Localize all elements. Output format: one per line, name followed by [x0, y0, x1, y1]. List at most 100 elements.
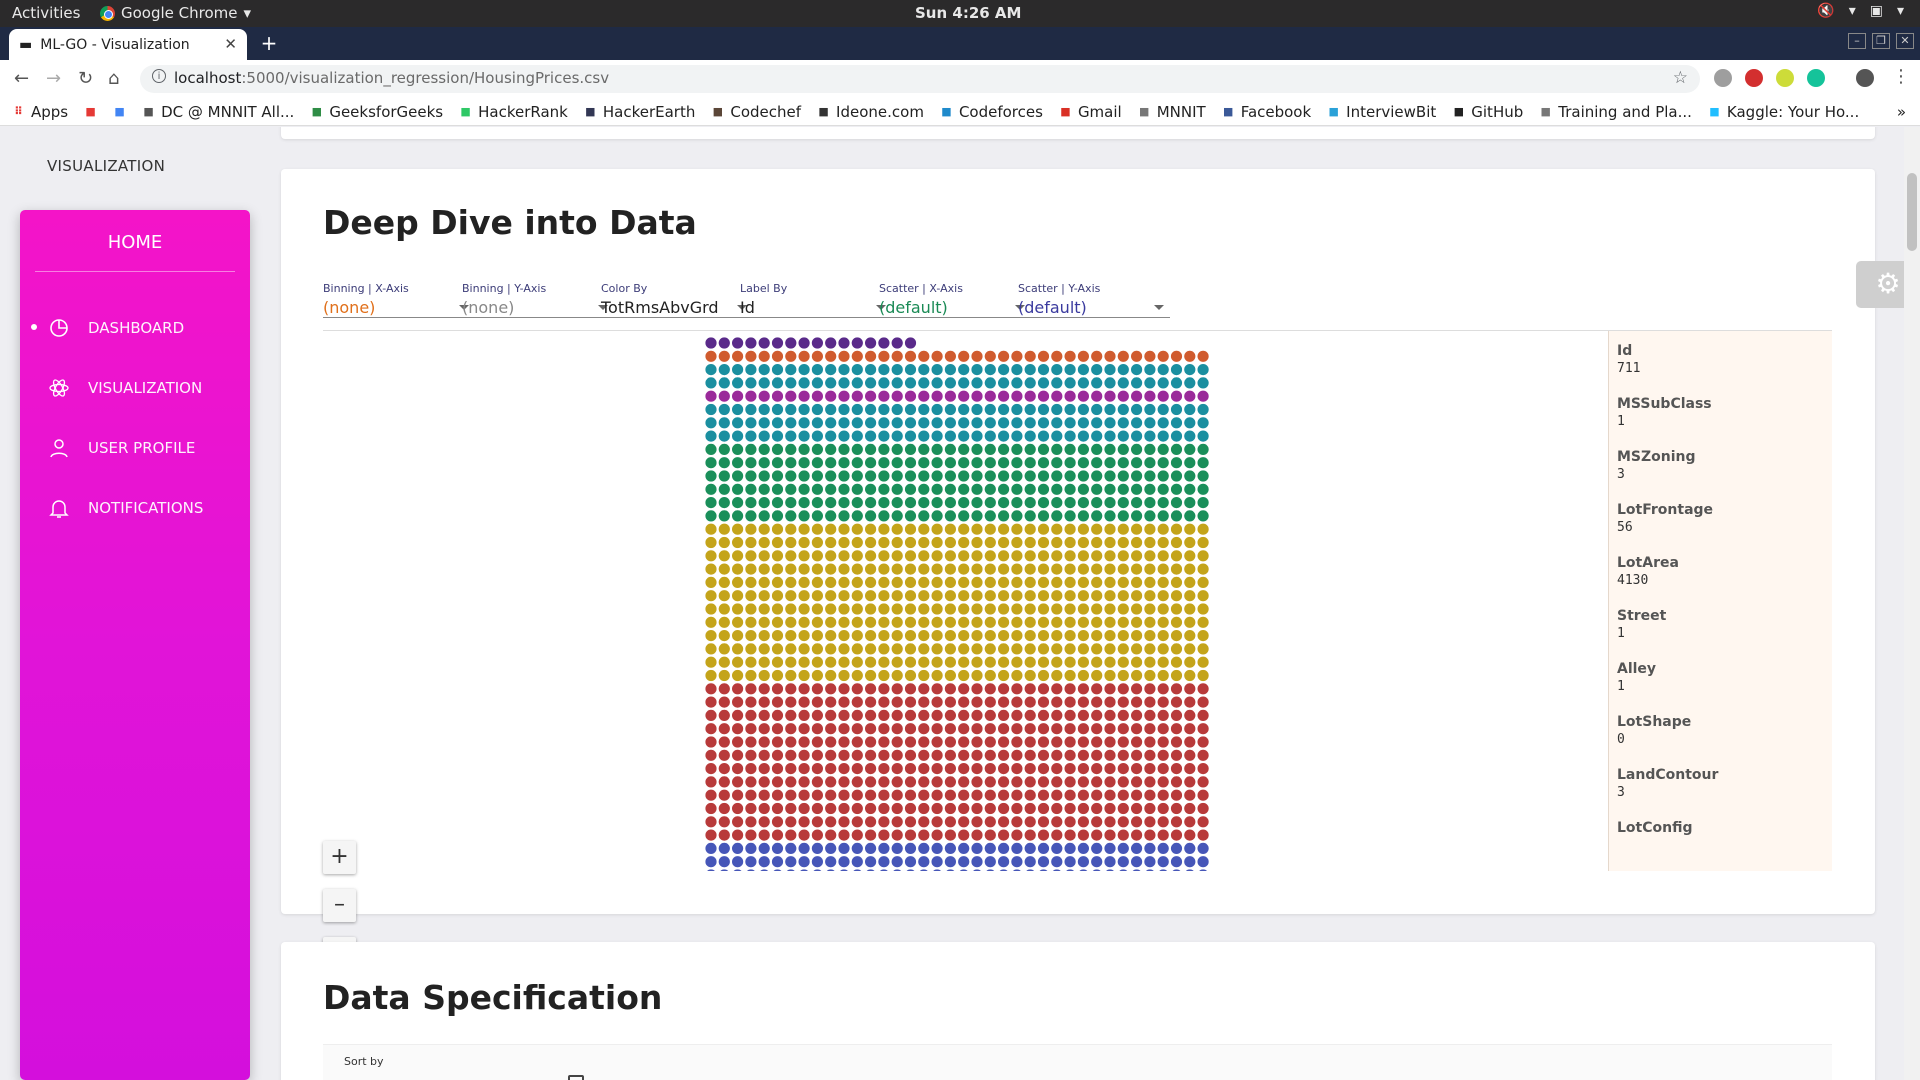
data-point[interactable] [904, 483, 917, 496]
bookmark-item[interactable]: ■ Training and Pla... [1539, 103, 1692, 121]
data-point[interactable] [811, 350, 824, 363]
data-point[interactable] [1183, 709, 1196, 722]
data-point[interactable] [1010, 443, 1024, 456]
data-point[interactable] [1090, 469, 1103, 483]
data-point[interactable] [1170, 549, 1183, 563]
data-point[interactable] [824, 602, 837, 616]
data-point[interactable] [1010, 789, 1024, 802]
data-point[interactable] [704, 602, 718, 616]
data-point[interactable] [904, 616, 917, 629]
data-point[interactable] [864, 416, 877, 430]
data-point[interactable] [957, 682, 970, 695]
data-point[interactable] [744, 642, 758, 656]
data-point[interactable] [1183, 509, 1196, 523]
data-point[interactable] [1156, 802, 1170, 815]
data-point[interactable] [930, 456, 944, 469]
data-point[interactable] [877, 602, 891, 616]
data-point[interactable] [1063, 469, 1077, 483]
data-point[interactable] [851, 616, 864, 629]
data-point[interactable] [1183, 735, 1196, 749]
data-point[interactable] [1103, 363, 1117, 376]
data-point[interactable] [877, 336, 891, 350]
data-point[interactable] [1130, 549, 1143, 563]
data-point[interactable] [917, 602, 930, 616]
data-point[interactable] [997, 855, 1010, 868]
data-point[interactable] [1156, 669, 1170, 682]
data-point[interactable] [1090, 523, 1103, 536]
data-point[interactable] [851, 828, 864, 842]
data-point[interactable] [784, 416, 797, 430]
data-point[interactable] [864, 775, 877, 789]
data-point[interactable] [917, 483, 930, 496]
data-point[interactable] [890, 695, 904, 709]
data-point[interactable] [984, 855, 997, 868]
data-point[interactable] [1143, 350, 1157, 363]
data-point[interactable] [851, 695, 864, 709]
data-point[interactable] [811, 456, 824, 469]
data-point[interactable] [1196, 549, 1210, 563]
data-point[interactable] [1077, 669, 1090, 682]
data-point[interactable] [837, 403, 851, 416]
data-point[interactable] [1183, 483, 1196, 496]
data-point[interactable] [957, 483, 970, 496]
data-point[interactable] [1196, 589, 1210, 602]
data-point[interactable] [1023, 749, 1037, 762]
data-point[interactable] [1037, 789, 1050, 802]
data-point[interactable] [1183, 443, 1196, 456]
data-point[interactable] [811, 509, 824, 523]
data-point[interactable] [744, 509, 758, 523]
data-point[interactable] [1037, 828, 1050, 842]
data-point[interactable] [1037, 629, 1050, 642]
data-point[interactable] [1023, 828, 1037, 842]
data-point[interactable] [797, 682, 811, 695]
clock[interactable]: Sun 4:26 AM [915, 4, 1021, 22]
data-point[interactable] [957, 815, 970, 828]
data-point[interactable] [837, 749, 851, 762]
data-point[interactable] [930, 815, 944, 828]
data-point[interactable] [811, 469, 824, 483]
data-point[interactable] [1063, 589, 1077, 602]
data-point[interactable] [917, 855, 930, 868]
data-point[interactable] [864, 815, 877, 828]
data-point[interactable] [851, 483, 864, 496]
data-point[interactable] [771, 509, 784, 523]
data-point[interactable] [797, 735, 811, 749]
data-point[interactable] [744, 695, 758, 709]
restore-icon[interactable]: ❐ [1872, 33, 1890, 49]
data-point[interactable] [890, 656, 904, 669]
data-point[interactable] [1170, 616, 1183, 629]
data-point[interactable] [758, 363, 771, 376]
data-point[interactable] [1156, 709, 1170, 722]
data-point[interactable] [864, 429, 877, 443]
data-point[interactable] [930, 789, 944, 802]
data-point[interactable] [917, 496, 930, 509]
data-point[interactable] [944, 789, 957, 802]
system-tray[interactable]: 🔇 ▾ ▣ ▾ [1817, 3, 1904, 19]
data-point[interactable] [944, 429, 957, 443]
data-point[interactable] [797, 403, 811, 416]
data-point[interactable] [744, 616, 758, 629]
data-point[interactable] [1023, 735, 1037, 749]
data-point[interactable] [1156, 403, 1170, 416]
data-point[interactable] [851, 416, 864, 430]
data-point[interactable] [718, 350, 731, 363]
data-point[interactable] [704, 336, 718, 350]
data-point[interactable] [1077, 389, 1090, 403]
data-point[interactable] [917, 842, 930, 855]
data-point[interactable] [851, 762, 864, 775]
data-point[interactable] [771, 350, 784, 363]
data-point[interactable] [771, 536, 784, 549]
page-scrollbar[interactable] [1904, 127, 1920, 1080]
data-point[interactable] [744, 336, 758, 350]
data-point[interactable] [837, 562, 851, 576]
data-point[interactable] [917, 429, 930, 443]
data-point[interactable] [1090, 602, 1103, 616]
data-point[interactable] [771, 735, 784, 749]
data-point[interactable] [984, 868, 996, 871]
data-point[interactable] [1103, 695, 1117, 709]
data-point[interactable] [744, 469, 758, 483]
data-point[interactable] [784, 815, 797, 828]
data-point[interactable] [944, 682, 957, 695]
data-point[interactable] [1050, 815, 1063, 828]
data-point[interactable] [1103, 443, 1117, 456]
